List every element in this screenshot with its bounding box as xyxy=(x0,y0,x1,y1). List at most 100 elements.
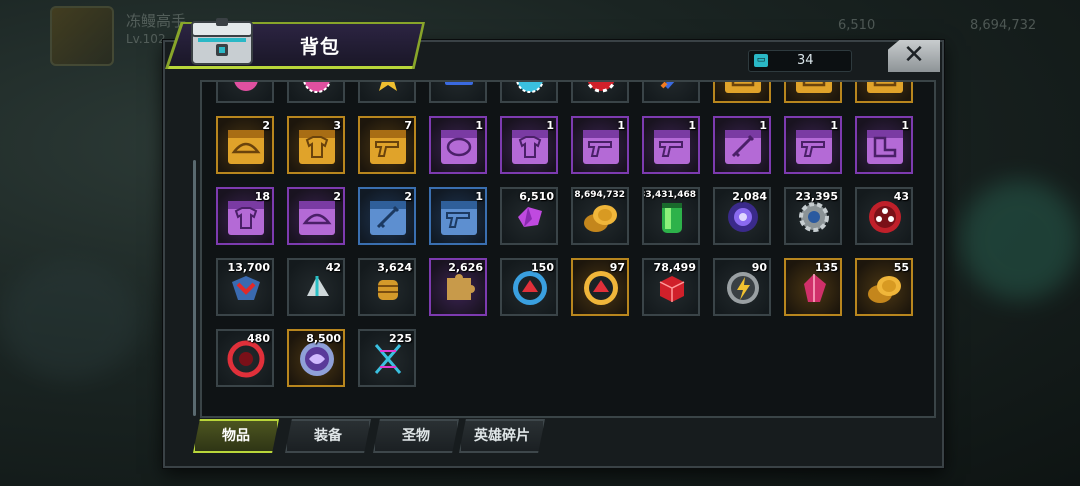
inventory-slot[interactable]: 1 xyxy=(784,116,842,174)
inventory-slot[interactable]: 2 xyxy=(287,187,345,245)
inventory-slot[interactable] xyxy=(358,82,416,103)
inventory-slot[interactable]: 135 xyxy=(784,258,842,316)
gold-blueprint-icon xyxy=(863,82,907,97)
item-count: 2,626 xyxy=(448,261,483,274)
red-poker-chip-icon xyxy=(579,82,623,97)
item-count: 8,500 xyxy=(306,332,341,345)
item-count: 1 xyxy=(688,119,696,132)
resource-b-value: 8,694,732 xyxy=(970,18,1037,33)
item-count: 1 xyxy=(475,190,483,203)
bag-capacity-icon: ▭ xyxy=(754,54,768,67)
capacity-count: 34 xyxy=(797,53,814,68)
blue-ticket-icon xyxy=(437,82,481,97)
inventory-slot[interactable]: 13,700 xyxy=(216,258,274,316)
inventory-slot[interactable] xyxy=(855,82,913,103)
item-count: 2 xyxy=(262,119,270,132)
inventory-slot[interactable]: 2 xyxy=(216,116,274,174)
pink-bottlecap-icon xyxy=(295,82,339,97)
inventory-slot[interactable]: 7 xyxy=(358,116,416,174)
inventory-slot[interactable]: 3,624 xyxy=(358,258,416,316)
item-count: 6,510 xyxy=(519,190,554,203)
inventory-slot[interactable]: 43 xyxy=(855,187,913,245)
tab-0[interactable]: 物品 xyxy=(193,419,279,453)
inventory-slot[interactable] xyxy=(429,82,487,103)
inventory-slot[interactable] xyxy=(713,82,771,103)
inventory-slot[interactable]: 90 xyxy=(713,258,771,316)
inventory-slot[interactable]: 150 xyxy=(500,258,558,316)
resource-a-value: 6,510 xyxy=(838,18,876,33)
item-count: 3,624 xyxy=(377,261,412,274)
player-name: 冻鳗高手 xyxy=(126,12,187,30)
inventory-slot[interactable] xyxy=(642,82,700,103)
item-count: 43 xyxy=(893,190,909,203)
rocket-icon xyxy=(650,82,694,97)
item-count: 90 xyxy=(751,261,767,274)
inventory-slot[interactable]: 55 xyxy=(855,258,913,316)
item-count: 1 xyxy=(546,119,554,132)
item-count: 13,700 xyxy=(227,261,270,274)
treasure-chest-icon xyxy=(191,18,253,65)
item-count: 33,431,468 xyxy=(642,190,696,200)
inventory-grid-frame: 2 3 7 1 1 1 1 1 1 1 18 2 2 1 6,510 8,694,732 33,431,468 2… xyxy=(200,80,936,418)
inventory-slot[interactable]: 1 xyxy=(642,116,700,174)
item-count: 2 xyxy=(404,190,412,203)
inventory-slot[interactable]: 225 xyxy=(358,329,416,387)
inventory-slot[interactable]: 78,499 xyxy=(642,258,700,316)
background-glow xyxy=(960,180,1080,300)
tab-2[interactable]: 圣物 xyxy=(373,419,459,453)
item-count: 1 xyxy=(475,119,483,132)
inventory-slot[interactable]: 1 xyxy=(429,187,487,245)
inventory-slot[interactable] xyxy=(571,82,629,103)
inventory-slot[interactable]: 1 xyxy=(713,116,771,174)
green-canister-icon xyxy=(650,195,694,239)
inventory-grid[interactable]: 2 3 7 1 1 1 1 1 1 1 18 2 2 1 6,510 8,694,732 33,431,468 2… xyxy=(206,82,930,412)
cyan-bottlecap-icon xyxy=(508,82,552,97)
inventory-slot[interactable]: 8,694,732 xyxy=(571,187,629,245)
inventory-slot[interactable]: 3 xyxy=(287,116,345,174)
item-count: 1 xyxy=(759,119,767,132)
item-count: 18 xyxy=(254,190,270,203)
inventory-slot[interactable]: 1 xyxy=(429,116,487,174)
gold-blueprint-icon xyxy=(721,82,765,97)
item-count: 97 xyxy=(609,261,625,274)
inventory-slot[interactable]: 2 xyxy=(358,187,416,245)
item-count: 7 xyxy=(404,119,412,132)
tab-3[interactable]: 英雄碎片 xyxy=(459,419,545,453)
inventory-slot[interactable] xyxy=(287,82,345,103)
close-button[interactable]: ✕ xyxy=(888,40,940,72)
item-count: 23,395 xyxy=(795,190,838,203)
item-count: 55 xyxy=(893,261,909,274)
item-count: 8,694,732 xyxy=(574,190,625,200)
inventory-slot[interactable] xyxy=(784,82,842,103)
inventory-slot[interactable]: 33,431,468 xyxy=(642,187,700,245)
inventory-slot[interactable]: 42 xyxy=(287,258,345,316)
inventory-slot[interactable]: 1 xyxy=(855,116,913,174)
item-count: 42 xyxy=(325,261,341,274)
item-count: 78,499 xyxy=(653,261,696,274)
inventory-slot[interactable]: 480 xyxy=(216,329,274,387)
inventory-slot[interactable]: 2,626 xyxy=(429,258,487,316)
item-count: 2,084 xyxy=(732,190,767,203)
inventory-slot[interactable]: 1 xyxy=(500,116,558,174)
item-count: 3 xyxy=(333,119,341,132)
tab-1[interactable]: 装备 xyxy=(285,419,371,453)
capacity-counter: ▭ 34 xyxy=(748,50,852,72)
background-glow xyxy=(0,260,140,380)
inventory-slot[interactable] xyxy=(500,82,558,103)
inventory-slot[interactable]: 8,500 xyxy=(287,329,345,387)
page-title: 背包 xyxy=(300,36,341,58)
inventory-scrollbar[interactable] xyxy=(193,160,196,416)
inventory-slot[interactable]: 18 xyxy=(216,187,274,245)
item-count: 1 xyxy=(901,119,909,132)
inventory-slot[interactable]: 1 xyxy=(571,116,629,174)
inventory-slot[interactable]: 2,084 xyxy=(713,187,771,245)
gold-blueprint-icon xyxy=(792,82,836,97)
inventory-slot[interactable]: 6,510 xyxy=(500,187,558,245)
gold-coins-icon xyxy=(579,195,623,239)
inventory-slot[interactable]: 23,395 xyxy=(784,187,842,245)
item-count: 225 xyxy=(389,332,412,345)
inventory-slot[interactable]: 97 xyxy=(571,258,629,316)
player-avatar xyxy=(50,6,114,66)
inventory-slot[interactable] xyxy=(216,82,274,103)
item-count: 2 xyxy=(333,190,341,203)
